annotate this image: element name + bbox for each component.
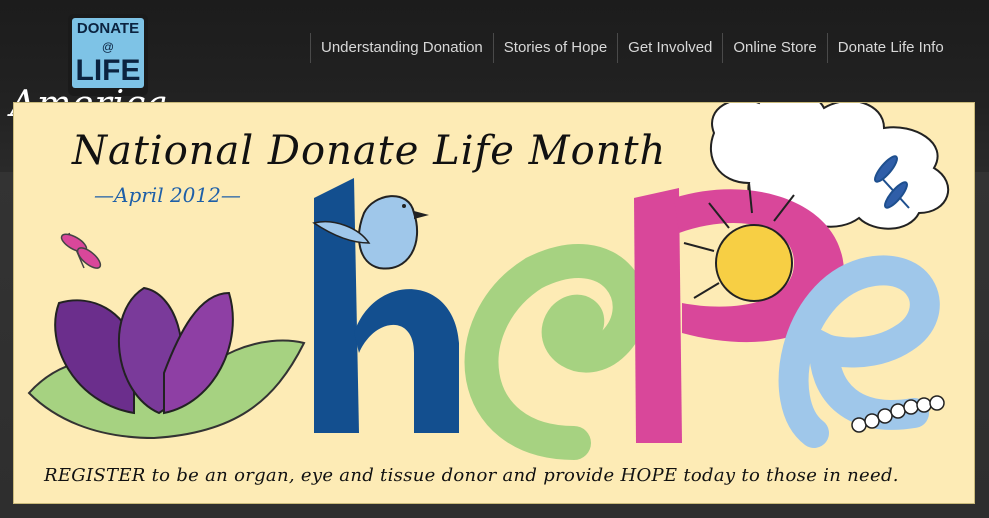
hope-banner[interactable]: National Donate Life Month —April 2012— …: [13, 102, 975, 504]
banner-title: National Donate Life Month: [72, 128, 667, 174]
nav-online-store[interactable]: Online Store: [722, 33, 826, 63]
nav-get-involved[interactable]: Get Involved: [617, 33, 722, 63]
letter-o-spiral: [464, 244, 647, 460]
nav-understanding-donation[interactable]: Understanding Donation: [310, 33, 493, 63]
nav-stories-of-hope[interactable]: Stories of Hope: [492, 33, 617, 63]
logo-swirl-icon: @: [72, 40, 144, 54]
logo-donate-text: DONATE: [72, 18, 144, 40]
main-nav: Understanding Donation Stories of Hope G…: [310, 33, 954, 63]
banner-date: —April 2012—: [94, 183, 241, 207]
banner-footer-text: REGISTER to be an organ, eye and tissue …: [44, 465, 899, 486]
logo-life-text: LIFE: [72, 54, 144, 88]
dragonfly-pink-icon: [60, 232, 102, 269]
nav-donate-life-info[interactable]: Donate Life Info: [826, 33, 954, 63]
